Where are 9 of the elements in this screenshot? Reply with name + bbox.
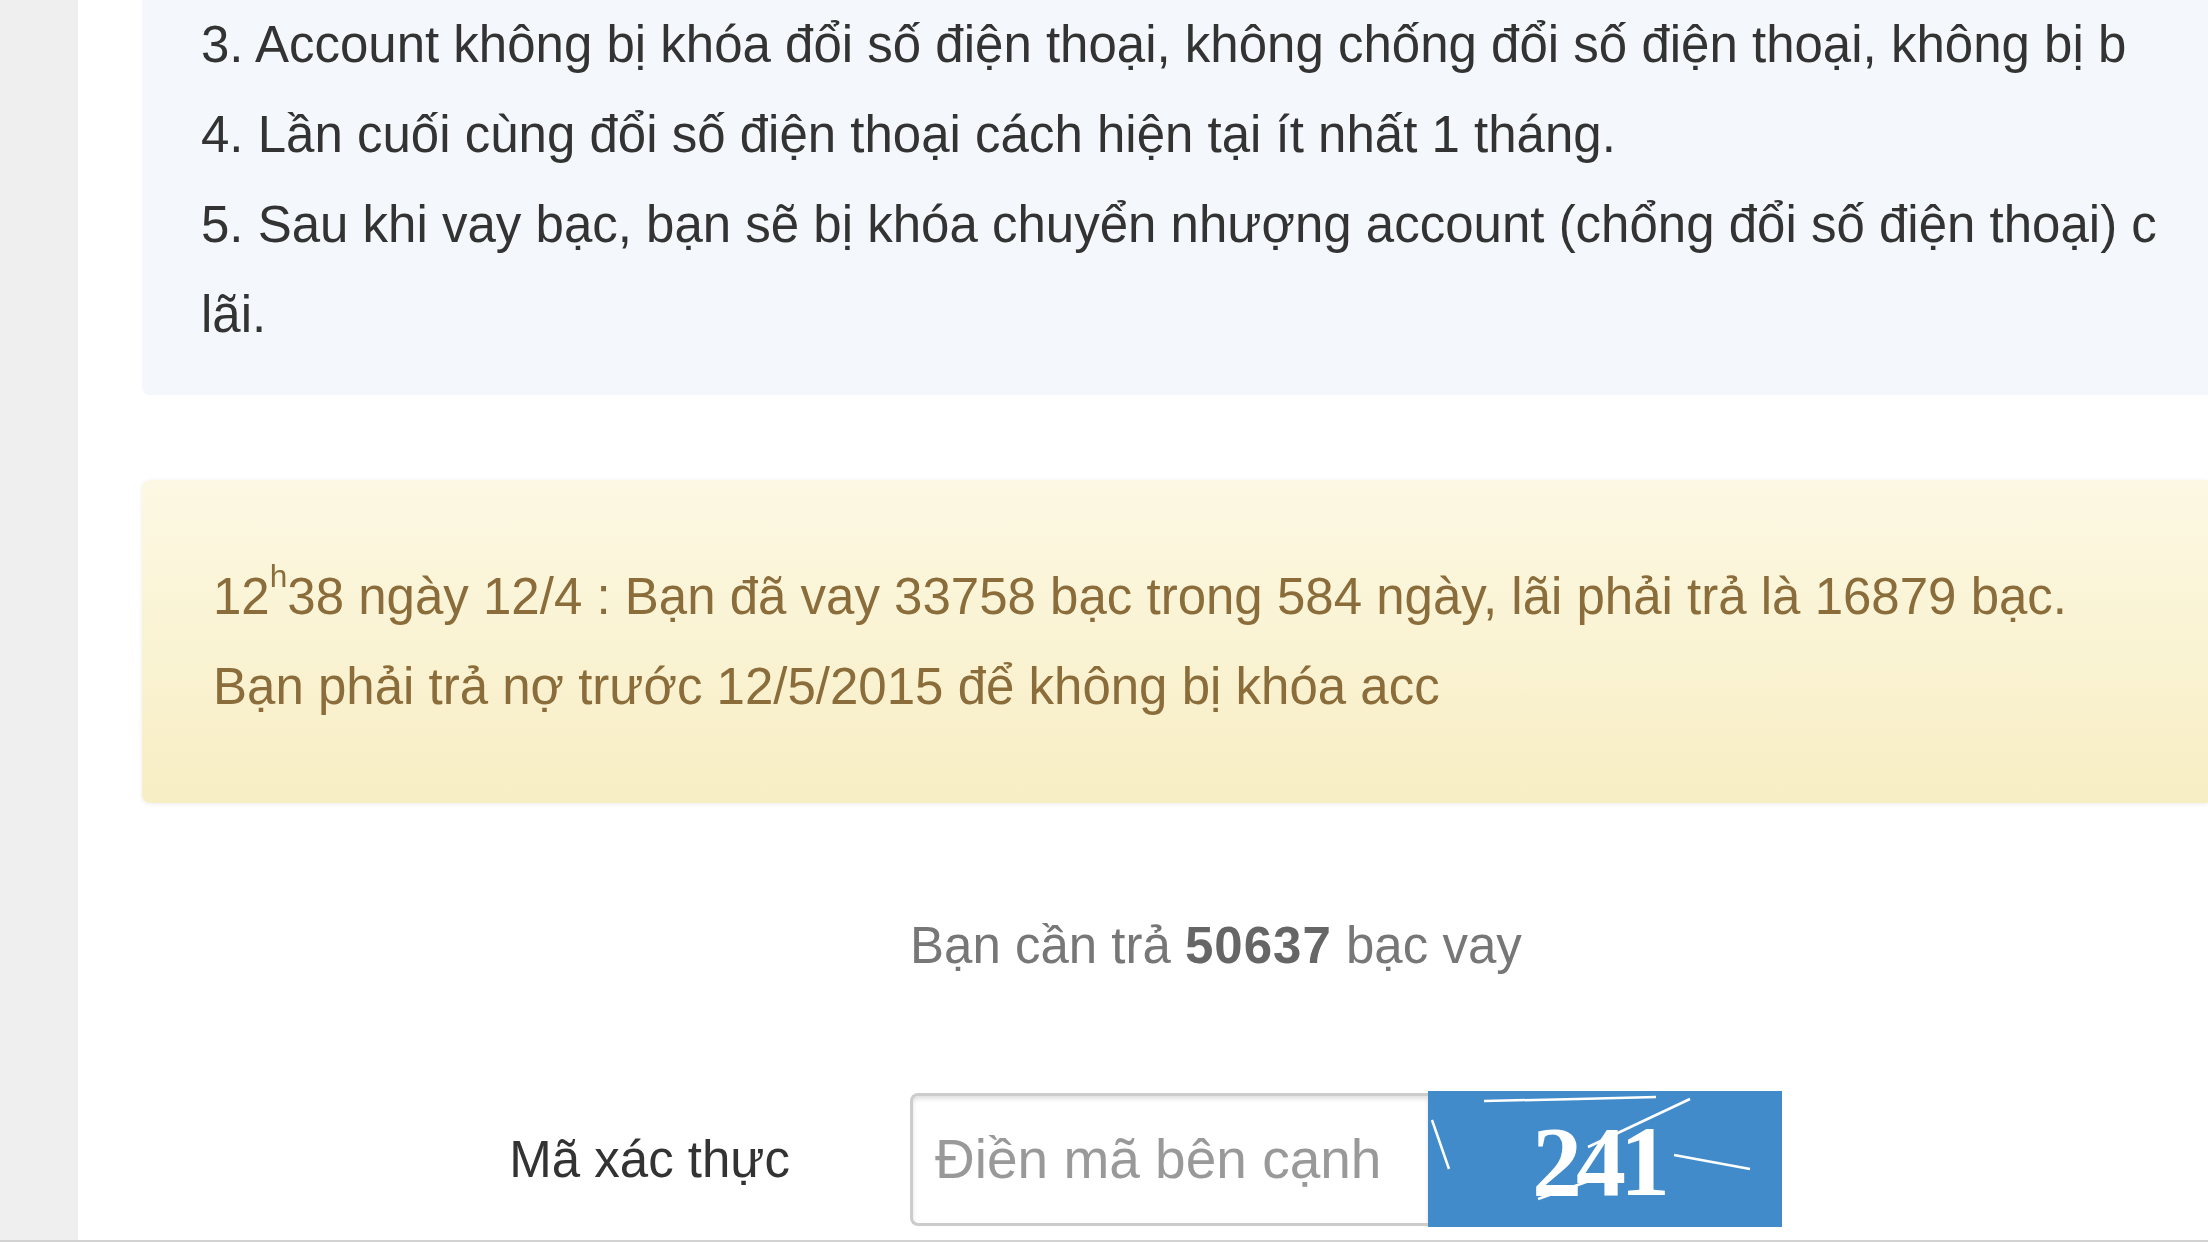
list-item: 4. Lần cuối cùng đổi số điện thoại cách hiện tại ít nhất 1 tháng. xyxy=(201,105,1617,165)
alert-text: Bạn phải trả nợ trước 12/5/2015 để không bị khóa acc xyxy=(213,657,1441,717)
captcha-image: 241 xyxy=(1428,1091,1782,1227)
captcha-label: Mã xác thực xyxy=(509,1129,790,1189)
list-item: 3. Account không bị khóa đổi số điện thoại, không chống đổi số điện thoại, không bị b xyxy=(201,15,2128,75)
amount-text: Bạn cần trả 50637 bạc vay xyxy=(910,916,1522,976)
alert-text: 12$^{h}$38 ngày 12/4 : Bạn đã vay 33758 bạc trong 584 ngày, lãi phải trả là 16879 bạc. xyxy=(213,557,2069,627)
list-item: 5. Sau khi vay bạc, bạn sẽ bị khóa chuyển nhượng account (chổng đổi số điện thoại) c lãi. xyxy=(201,195,2158,345)
captcha-input[interactable]: Điền mã bên cạnh xyxy=(910,1092,1428,1226)
